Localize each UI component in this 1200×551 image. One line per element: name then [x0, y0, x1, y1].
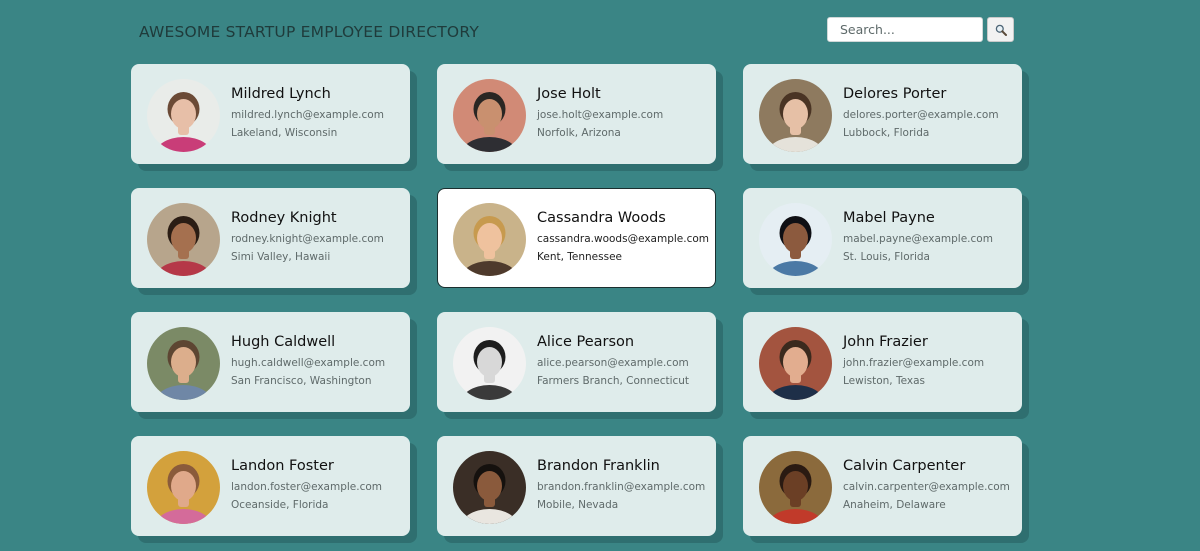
- employee-email[interactable]: landon.foster@example.com: [231, 480, 404, 494]
- employee-avatar: [453, 203, 526, 276]
- employee-name: Brandon Franklin: [537, 458, 660, 474]
- employee-location: St. Louis, Florida: [843, 251, 930, 263]
- employee-name: John Frazier: [843, 334, 928, 350]
- employee-email[interactable]: john.frazier@example.com: [843, 356, 1016, 370]
- employee-email[interactable]: cassandra.woods@example.com: [537, 232, 709, 246]
- employee-email[interactable]: brandon.franklin@example.com: [537, 480, 710, 494]
- employee-location: Mobile, Nevada: [537, 499, 619, 511]
- search-input[interactable]: [827, 17, 983, 42]
- employee-email[interactable]: delores.porter@example.com: [843, 108, 1016, 122]
- employee-card[interactable]: Calvin Carpenter calvin.carpenter@exampl…: [743, 436, 1022, 536]
- employee-card[interactable]: John Frazier john.frazier@example.com Le…: [743, 312, 1022, 412]
- employee-name: Delores Porter: [843, 86, 947, 102]
- employee-location: Farmers Branch, Connecticut: [537, 375, 690, 387]
- page-title: AWESOME STARTUP EMPLOYEE DIRECTORY: [139, 23, 479, 41]
- employee-email[interactable]: mabel.payne@example.com: [843, 232, 1016, 246]
- employee-name: Hugh Caldwell: [231, 334, 336, 350]
- employee-name: Mabel Payne: [843, 210, 935, 226]
- employee-avatar: [453, 79, 526, 152]
- employee-info: Jose Holt jose.holt@example.com Norfolk,…: [537, 84, 710, 140]
- employee-avatar: [147, 451, 220, 524]
- employee-avatar: [759, 203, 832, 276]
- employee-avatar: [453, 451, 526, 524]
- employee-info: John Frazier john.frazier@example.com Le…: [843, 332, 1016, 388]
- employee-info: Delores Porter delores.porter@example.co…: [843, 84, 1016, 140]
- search-button[interactable]: [987, 17, 1014, 42]
- employee-name: Cassandra Woods: [537, 210, 666, 226]
- employee-card[interactable]: Alice Pearson alice.pearson@example.com …: [437, 312, 716, 412]
- employee-avatar: [759, 327, 832, 400]
- employee-avatar: [759, 79, 832, 152]
- employee-avatar: [147, 203, 220, 276]
- employee-info: Mabel Payne mabel.payne@example.com St. …: [843, 208, 1016, 264]
- employee-card[interactable]: Brandon Franklin brandon.franklin@exampl…: [437, 436, 716, 536]
- employee-card[interactable]: Hugh Caldwell hugh.caldwell@example.com …: [131, 312, 410, 412]
- employee-location: Simi Valley, Hawaii: [231, 251, 331, 263]
- employee-avatar: [147, 327, 220, 400]
- employee-info: Cassandra Woods cassandra.woods@example.…: [537, 208, 709, 264]
- employee-info: Calvin Carpenter calvin.carpenter@exampl…: [843, 456, 1016, 512]
- employee-name: Mildred Lynch: [231, 86, 331, 102]
- employee-email[interactable]: jose.holt@example.com: [537, 108, 710, 122]
- employee-card[interactable]: Jose Holt jose.holt@example.com Norfolk,…: [437, 64, 716, 164]
- employee-card[interactable]: Cassandra Woods cassandra.woods@example.…: [437, 188, 716, 288]
- employee-card[interactable]: Delores Porter delores.porter@example.co…: [743, 64, 1022, 164]
- employee-name: Alice Pearson: [537, 334, 635, 350]
- employee-card[interactable]: Mildred Lynch mildred.lynch@example.com …: [131, 64, 410, 164]
- employee-email[interactable]: alice.pearson@example.com: [537, 356, 710, 370]
- employee-avatar: [453, 327, 526, 400]
- employee-card[interactable]: Mabel Payne mabel.payne@example.com St. …: [743, 188, 1022, 288]
- page-header: AWESOME STARTUP EMPLOYEE DIRECTORY: [0, 0, 1200, 60]
- magnifier-icon: [995, 24, 1007, 36]
- employee-name: Calvin Carpenter: [843, 458, 966, 474]
- employee-info: Hugh Caldwell hugh.caldwell@example.com …: [231, 332, 404, 388]
- employee-location: Lakeland, Wisconsin: [231, 127, 338, 139]
- employee-location: Lewiston, Texas: [843, 375, 925, 387]
- employee-name: Rodney Knight: [231, 210, 337, 226]
- employee-info: Rodney Knight rodney.knight@example.com …: [231, 208, 404, 264]
- employee-avatar: [759, 451, 832, 524]
- employee-name: Landon Foster: [231, 458, 334, 474]
- employee-location: Oceanside, Florida: [231, 499, 329, 511]
- employee-card[interactable]: Landon Foster landon.foster@example.com …: [131, 436, 410, 536]
- employee-email[interactable]: calvin.carpenter@example.com: [843, 480, 1016, 494]
- employee-location: Kent, Tennessee: [537, 251, 622, 263]
- employee-info: Landon Foster landon.foster@example.com …: [231, 456, 404, 512]
- employee-email[interactable]: hugh.caldwell@example.com: [231, 356, 404, 370]
- employee-info: Brandon Franklin brandon.franklin@exampl…: [537, 456, 710, 512]
- employee-location: Anaheim, Delaware: [843, 499, 946, 511]
- employee-card[interactable]: Rodney Knight rodney.knight@example.com …: [131, 188, 410, 288]
- employee-gallery: Mildred Lynch mildred.lynch@example.com …: [131, 64, 1031, 536]
- employee-name: Jose Holt: [537, 86, 601, 102]
- employee-email[interactable]: mildred.lynch@example.com: [231, 108, 404, 122]
- employee-info: Alice Pearson alice.pearson@example.com …: [537, 332, 710, 388]
- employee-avatar: [147, 79, 220, 152]
- employee-email[interactable]: rodney.knight@example.com: [231, 232, 404, 246]
- employee-info: Mildred Lynch mildred.lynch@example.com …: [231, 84, 404, 140]
- employee-location: Lubbock, Florida: [843, 127, 930, 139]
- employee-location: Norfolk, Arizona: [537, 127, 621, 139]
- employee-location: San Francisco, Washington: [231, 375, 372, 387]
